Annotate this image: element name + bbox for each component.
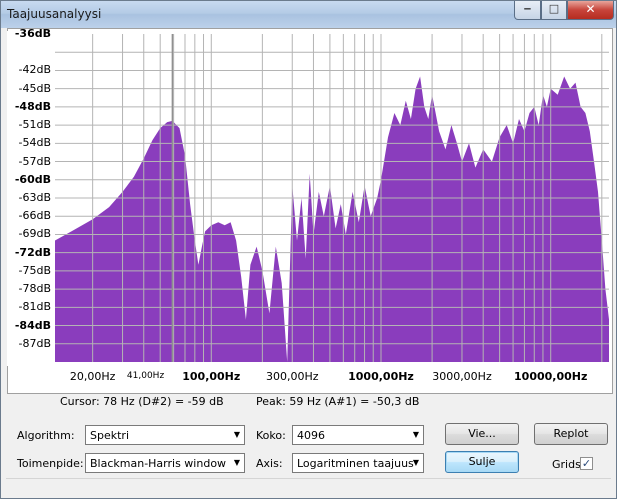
peak-readout: Peak: 59 Hz (A#1) = -50,3 dB	[256, 395, 420, 408]
function-select[interactable]: Blackman-Harris window ▼	[85, 453, 245, 473]
chevron-down-icon: ▼	[412, 430, 419, 439]
y-tick-label: -66dB	[18, 209, 52, 223]
x-tick-label: 300,00Hz	[265, 370, 319, 383]
y-tick-label: -51dB	[18, 118, 52, 132]
size-label: Koko:	[256, 429, 286, 442]
x-tick-label: 20,00Hz	[69, 370, 116, 383]
y-tick-label: -87dB	[18, 336, 52, 350]
cursor-readout: Cursor: 78 Hz (D#2) = -59 dB	[60, 395, 224, 408]
y-tick-label: -54dB	[18, 136, 52, 150]
grids-checkbox[interactable]: ✓	[580, 457, 593, 470]
maximize-button[interactable]: □	[541, 1, 567, 20]
minimize-button[interactable]: ‒	[514, 1, 541, 20]
spectrum-plot[interactable]	[55, 34, 609, 362]
algorithm-value: Spektri	[90, 429, 129, 442]
size-value: 4096	[297, 429, 325, 442]
y-tick-label: -48dB	[14, 99, 51, 113]
chevron-down-icon: ▼	[233, 458, 240, 467]
replot-button[interactable]: Replot	[534, 423, 608, 445]
checkmark-icon: ✓	[581, 457, 592, 470]
y-tick-label: -72dB	[14, 245, 51, 259]
status-bar	[6, 478, 611, 496]
function-value: Blackman-Harris window	[90, 457, 227, 470]
x-tick-label: 100,00Hz	[182, 370, 241, 383]
y-tick-label: -42dB	[18, 63, 52, 77]
x-tick-label: 1000,00Hz	[348, 370, 414, 383]
y-tick-label: -84dB	[14, 318, 51, 332]
y-tick-label: -63dB	[18, 191, 52, 204]
y-tick-label: -75dB	[18, 263, 52, 277]
chevron-down-icon: ▼	[412, 458, 419, 467]
y-tick-label: -57dB	[18, 154, 52, 168]
y-tick-label: -69dB	[18, 227, 52, 241]
x-axis: 20,00Hz 41,00Hz 100,00Hz 300,00Hz 1000,00Hz 3…	[55, 363, 609, 391]
grids-label: Grids	[552, 458, 581, 471]
x-tick-label: 41,00Hz	[126, 371, 165, 381]
y-tick-label: -36dB	[14, 27, 51, 40]
y-tick-label: -81dB	[18, 300, 52, 314]
function-label: Toimenpide:	[17, 457, 84, 470]
close-icon: ✕	[585, 2, 596, 16]
y-tick-label: -45dB	[18, 81, 52, 95]
size-select[interactable]: 4096 ▼	[292, 425, 424, 445]
axis-label: Axis:	[256, 457, 283, 470]
maximize-icon: □	[548, 2, 560, 15]
x-tick-label: 10000,00Hz	[514, 370, 588, 383]
export-button[interactable]: Vie...	[445, 423, 519, 445]
algorithm-select[interactable]: Spektri ▼	[85, 425, 245, 445]
close-window-button[interactable]: ✕	[567, 1, 614, 20]
window-title: Taajuusanalyysi	[7, 7, 102, 21]
y-tick-label: -78dB	[18, 282, 52, 296]
minimize-icon: ‒	[523, 2, 532, 15]
algorithm-label: Algorithm:	[17, 429, 75, 442]
y-tick-label: -60dB	[14, 172, 51, 186]
axis-select[interactable]: Logaritminen taajuus ▼	[292, 453, 424, 473]
close-button[interactable]: Sulje	[445, 451, 519, 473]
y-axis: -36dB -42dB -45dB -48dB -51dB -54dB -57dB -60dB…	[7, 27, 54, 366]
x-tick-label: 3000,00Hz	[432, 370, 492, 383]
frequency-analysis-window: Taajuusanalyysi ‒ □ ✕ -36dB -42dB -45dB -48…	[0, 0, 617, 499]
chevron-down-icon: ▼	[233, 430, 240, 439]
title-bar[interactable]: Taajuusanalyysi ‒ □ ✕	[1, 1, 616, 28]
axis-value: Logaritminen taajuus	[297, 457, 414, 470]
